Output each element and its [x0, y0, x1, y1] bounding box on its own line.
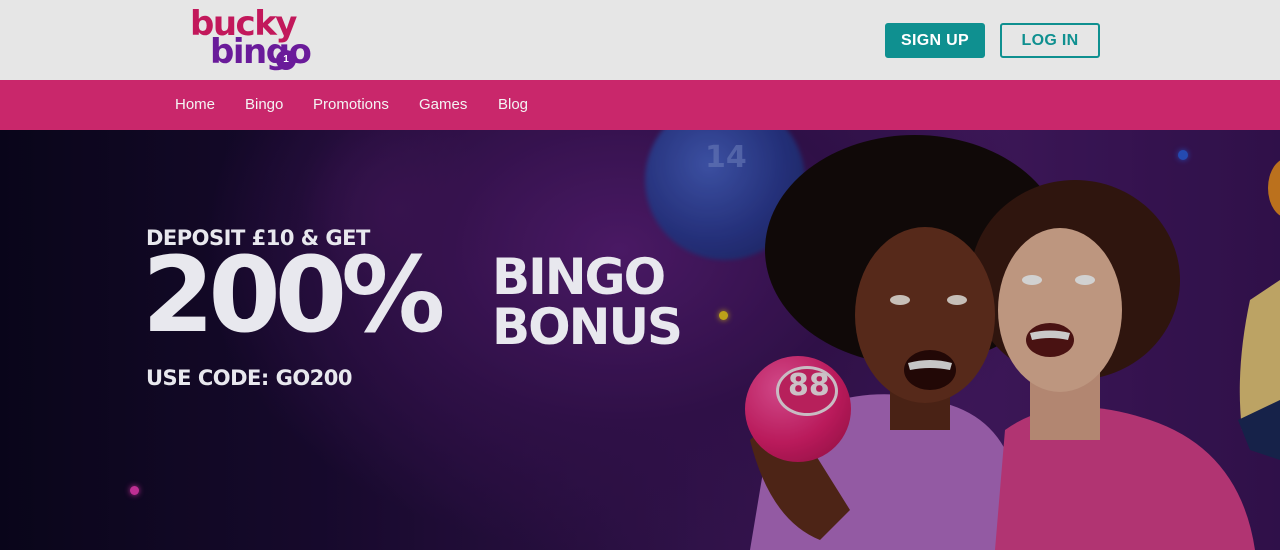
promo-bingo-word: BINGO	[492, 248, 666, 306]
nav-item-home[interactable]: Home	[175, 80, 215, 130]
main-navigation: Home Bingo Promotions Games Blog	[0, 80, 1280, 130]
logo-bingo-ball-icon: 1	[276, 50, 296, 70]
site-header: bucky bingo 1 SIGN UP LOG IN	[0, 0, 1280, 80]
bucky-bingo-logo[interactable]: bucky bingo 1	[188, 6, 312, 74]
nav-item-blog[interactable]: Blog	[498, 80, 528, 130]
promo-bonus-word: BONUS	[492, 298, 683, 356]
promo-bingo-bonus: BINGO BONUS	[492, 248, 683, 356]
nav-item-bingo[interactable]: Bingo	[245, 80, 283, 130]
log-in-button[interactable]: LOG IN	[1000, 23, 1100, 58]
promo-percent: 200%	[142, 234, 445, 356]
promo-code-line: USE CODE: GO200	[146, 366, 353, 390]
hero-banner[interactable]: 14 88 DEPOSIT £10 & GET 200% BINGO BONUS…	[0, 130, 1280, 550]
logo-word-bingo: bingo	[210, 32, 312, 72]
nav-item-games[interactable]: Games	[419, 80, 467, 130]
sign-up-button[interactable]: SIGN UP	[885, 23, 985, 58]
nav-item-promotions[interactable]: Promotions	[313, 80, 389, 130]
